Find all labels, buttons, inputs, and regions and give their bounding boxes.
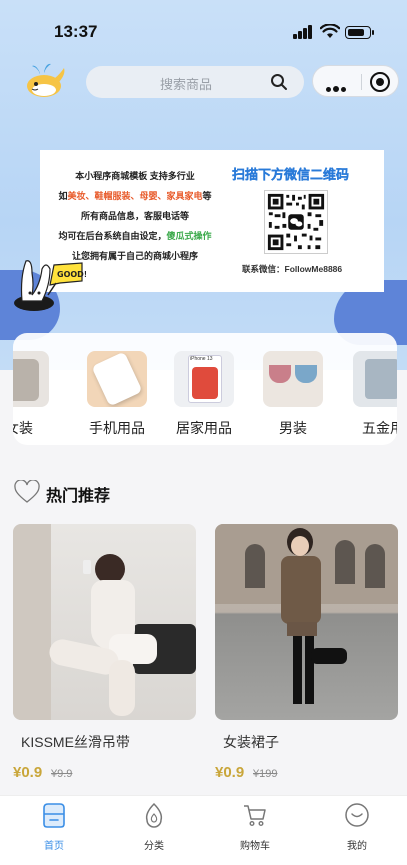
category-item-women[interactable]: 女装 (13, 351, 53, 438)
banner-text: 本小程序商城模板 支持多行业 如美妆、鞋帽服装、母婴、家具家电等 所有商品信息，… (58, 171, 212, 261)
bunny-mascot-icon: GOOD! (14, 260, 86, 311)
qr-code-icon (264, 190, 328, 254)
heart-icon (14, 480, 40, 503)
tab-profile[interactable]: 我的 (327, 802, 387, 852)
section-title: 热门推荐 (46, 488, 111, 505)
search-icon[interactable] (270, 73, 288, 91)
product-old-price: ¥199 (253, 768, 278, 780)
underwear-image (263, 351, 323, 407)
tab-category[interactable]: 分类 (124, 802, 184, 852)
product-title: KISSME丝滑吊带 (21, 734, 130, 750)
bottom-tab-bar: 首页 分类 购物车 我的 (0, 795, 407, 865)
status-time: 13:37 (54, 22, 98, 41)
iphone-box-image: iPhone 13 (174, 351, 234, 407)
tools-image (353, 351, 397, 407)
product-card[interactable]: KISSME丝滑吊带 ¥0.9 ¥9.9 (13, 524, 196, 794)
contact-wechat: 联系微信：FollowMe8886 (242, 264, 343, 274)
category-strip[interactable]: 女装 手机用品 iPhone 13 居家用品 男装 (13, 333, 397, 445)
product-old-price: ¥9.9 (51, 768, 73, 780)
promo-banner[interactable]: 本小程序商城模板 支持多行业 如美妆、鞋帽服装、母婴、家具家电等 所有商品信息，… (40, 150, 384, 292)
signal-icon (293, 25, 313, 39)
product-image[interactable] (215, 524, 398, 720)
category-item-men[interactable]: 男装 (259, 351, 327, 438)
more-menu-icon[interactable] (326, 79, 348, 97)
wifi-icon (320, 24, 340, 38)
phone-screen: 13:37 搜索商品 本小程序商城模板 支持多行业 如美妆、鞋帽服装、母婴、家具… (0, 0, 407, 865)
category-item-home[interactable]: iPhone 13 居家用品 (170, 351, 238, 438)
category-item-hardware[interactable]: 五金用 (349, 351, 397, 438)
profile-icon (345, 803, 369, 827)
product-price: ¥0.9 (13, 764, 43, 781)
home-icon (43, 803, 65, 828)
product-price: ¥0.9 (215, 764, 245, 781)
search-placeholder: 搜索商品 (160, 77, 213, 92)
search-bar[interactable]: 搜索商品 (86, 66, 304, 98)
category-item-phone-accessories[interactable]: 手机用品 (83, 351, 151, 438)
tab-cart[interactable]: 购物车 (225, 802, 285, 852)
product-card[interactable]: 女装裙子 ¥0.9 ¥199 (215, 524, 398, 794)
miniprogram-capsule (312, 65, 399, 97)
battery-fill (347, 28, 364, 36)
status-bar: 13:37 (0, 0, 407, 56)
whale-logo-icon[interactable] (22, 60, 68, 100)
battery-icon (345, 26, 374, 39)
clothes-image (13, 351, 49, 407)
close-miniprogram-icon[interactable] (370, 72, 390, 92)
svg-text:GOOD!: GOOD! (57, 270, 86, 279)
category-icon (145, 802, 163, 828)
tab-home[interactable]: 首页 (24, 802, 84, 852)
phone-case-image (87, 351, 147, 407)
qr-title: 扫描下方微信二维码 (232, 167, 350, 182)
product-image[interactable] (13, 524, 196, 720)
cart-icon (244, 805, 266, 827)
product-title: 女装裙子 (223, 734, 279, 750)
